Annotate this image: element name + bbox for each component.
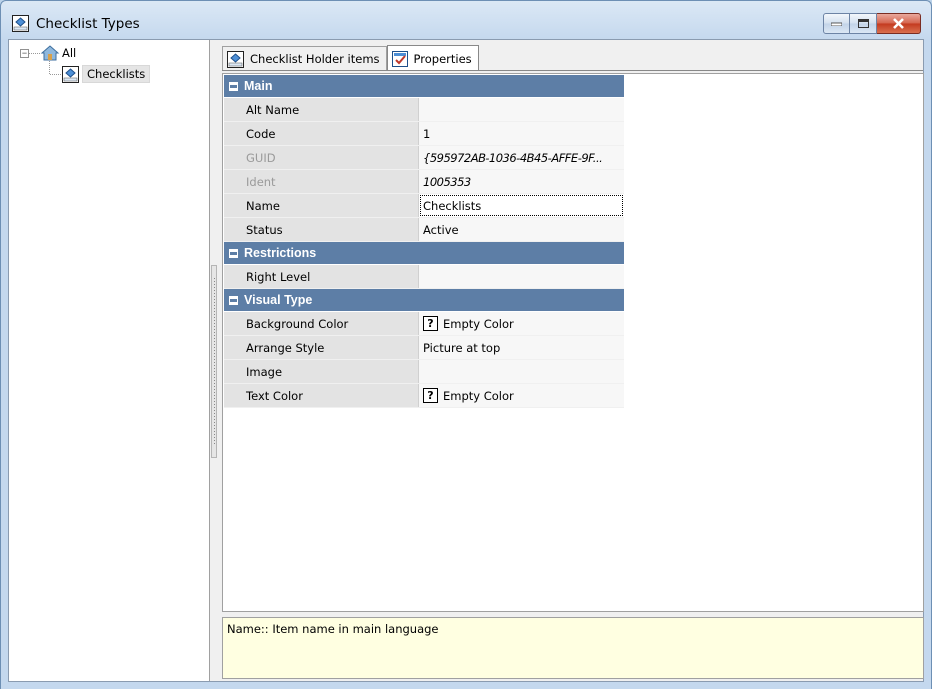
property-name: Arrange Style — [224, 336, 419, 359]
property-description-panel: Name:: Item name in main language — [222, 617, 924, 679]
tree-connector — [49, 61, 63, 75]
color-value-label: Empty Color — [443, 388, 514, 403]
maximize-icon — [857, 19, 869, 28]
checklist-type-icon — [227, 50, 244, 68]
category-label: Restrictions — [244, 246, 317, 260]
property-name: Right Level — [224, 265, 419, 288]
minimize-icon — [831, 22, 842, 26]
collapse-icon[interactable] — [229, 81, 238, 91]
tab-checklist-holder-items[interactable]: Checklist Holder items — [222, 46, 387, 71]
property-row[interactable]: Alt Name — [224, 98, 624, 122]
close-icon — [893, 18, 904, 29]
maximize-button[interactable] — [850, 13, 877, 34]
minimize-button[interactable] — [823, 13, 850, 34]
property-value[interactable] — [419, 265, 624, 288]
tree-node-label: All — [62, 46, 77, 60]
collapse-icon[interactable] — [229, 295, 238, 305]
property-row[interactable]: GUID {595972AB-1036-4B45-AFFE-9F... — [224, 146, 624, 170]
property-row[interactable]: Ident 1005353 — [224, 170, 624, 194]
tab-strip: Checklist Holder items Properties — [222, 45, 479, 71]
tab-strip-border — [222, 70, 923, 71]
tab-properties[interactable]: Properties — [386, 45, 479, 71]
category-main[interactable]: Main — [224, 75, 624, 98]
window-title: Checklist Types — [36, 16, 140, 32]
property-value[interactable]: Picture at top — [419, 336, 624, 359]
property-row[interactable]: Code 1 — [224, 122, 624, 146]
tab-label: Properties — [413, 51, 472, 66]
property-name: GUID — [224, 146, 419, 169]
window-bottom-border — [1, 683, 931, 689]
color-value-label: Empty Color — [443, 316, 514, 331]
property-value[interactable]: ? Empty Color — [419, 384, 624, 407]
close-button[interactable] — [877, 13, 921, 34]
property-grid[interactable]: Main Alt Name Code 1 GUID {595972AB-1036… — [222, 73, 924, 612]
tree-panel[interactable]: − All Checklists — [9, 40, 210, 681]
property-row[interactable]: Status Active — [224, 218, 624, 242]
property-name: Background Color — [224, 312, 419, 335]
tree-node-checklists[interactable]: Checklists — [62, 65, 151, 83]
property-name: Image — [224, 360, 419, 383]
property-value: 1005353 — [419, 170, 624, 193]
property-value[interactable]: 1 — [419, 122, 624, 145]
property-row[interactable]: Text Color ? Empty Color — [224, 384, 624, 408]
property-value[interactable]: Active — [419, 218, 624, 241]
tree-node-all[interactable]: All — [40, 44, 76, 62]
property-value: {595972AB-1036-4B45-AFFE-9F... — [419, 146, 624, 169]
property-grid-table: Main Alt Name Code 1 GUID {595972AB-1036… — [224, 75, 624, 408]
window-controls — [823, 13, 921, 35]
property-value[interactable]: ? Empty Color — [419, 312, 624, 335]
property-name: Alt Name — [224, 98, 419, 121]
property-name: Name — [224, 194, 419, 217]
property-row[interactable]: Background Color ? Empty Color — [224, 312, 624, 336]
property-row[interactable]: Arrange Style Picture at top — [224, 336, 624, 360]
collapse-icon[interactable] — [229, 248, 238, 258]
checklist-type-icon — [12, 15, 29, 32]
panel-splitter[interactable] — [211, 265, 217, 458]
property-name: Text Color — [224, 384, 419, 407]
application-window: Checklist Types − All Checklists Checkli… — [0, 0, 932, 689]
property-description-text: Name:: Item name in main language — [227, 622, 439, 636]
checklist-type-icon — [62, 65, 79, 83]
color-swatch-icon: ? — [423, 316, 438, 331]
house-icon — [40, 45, 60, 61]
properties-icon — [391, 50, 408, 67]
category-visual-type[interactable]: Visual Type — [224, 289, 624, 312]
category-label: Visual Type — [244, 293, 313, 307]
title-bar[interactable]: Checklist Types — [1, 1, 931, 39]
tree-collapse-toggle[interactable]: − — [20, 49, 29, 58]
property-value[interactable] — [419, 360, 624, 383]
tab-label: Checklist Holder items — [250, 52, 380, 66]
property-row[interactable]: Right Level — [224, 265, 624, 289]
property-row[interactable]: Name Checklists — [224, 194, 624, 218]
client-area: − All Checklists Checklist Holder items … — [8, 39, 924, 682]
name-value-field[interactable]: Checklists — [419, 194, 624, 217]
color-swatch-icon: ? — [423, 388, 438, 403]
category-label: Main — [244, 79, 273, 93]
property-name: Ident — [224, 170, 419, 193]
property-name: Status — [224, 218, 419, 241]
category-restrictions[interactable]: Restrictions — [224, 242, 624, 265]
property-name: Code — [224, 122, 419, 145]
splitter-grip — [214, 278, 215, 446]
property-value[interactable] — [419, 98, 624, 121]
tree-node-label: Checklists — [82, 65, 151, 83]
property-row[interactable]: Image — [224, 360, 624, 384]
